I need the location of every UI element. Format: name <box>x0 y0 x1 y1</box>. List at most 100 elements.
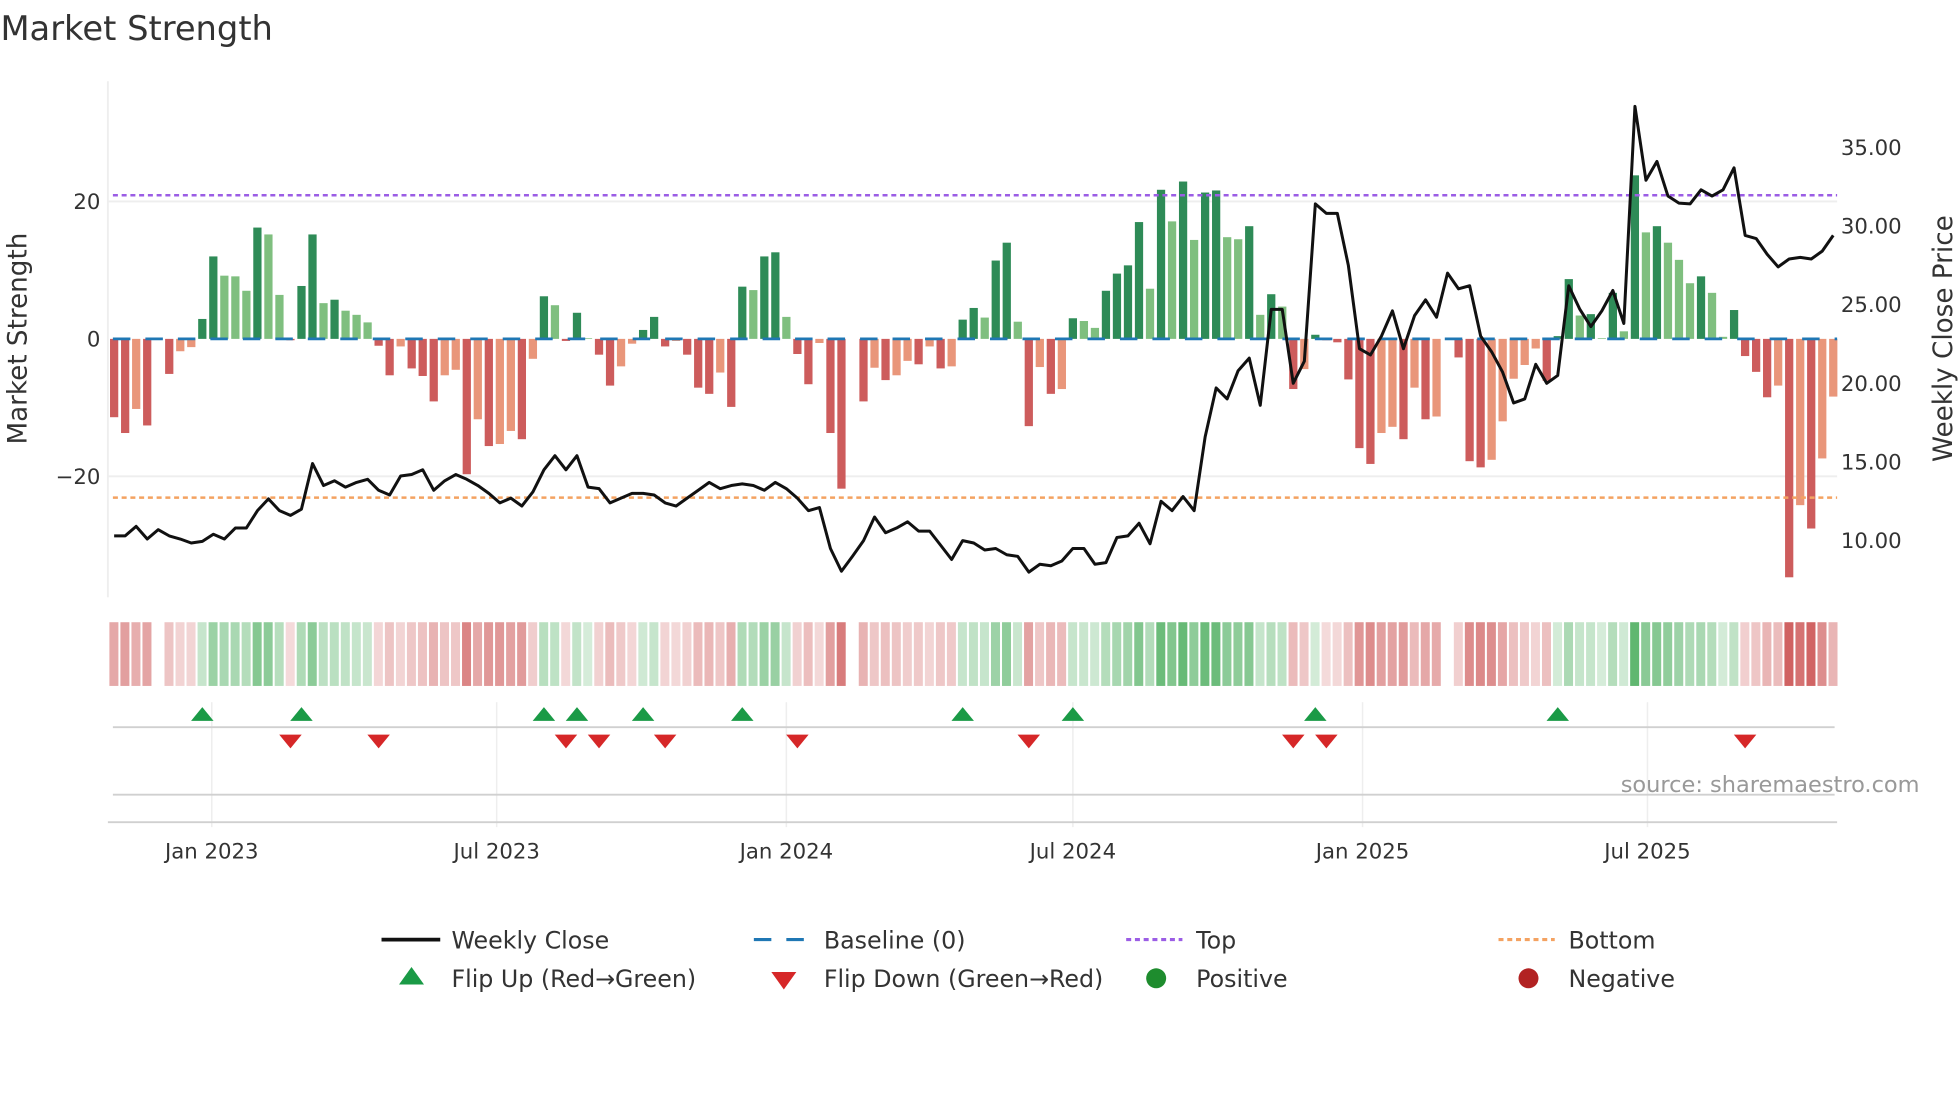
flip-up-marker <box>1304 707 1327 721</box>
legend-item-negative[interactable]: Negative <box>1518 965 1675 993</box>
strip-cell <box>484 622 494 686</box>
legend-item-positive[interactable]: Positive <box>1146 965 1288 993</box>
strip-cell <box>1035 622 1045 686</box>
strength-bar <box>1223 237 1232 339</box>
strength-bar <box>1178 181 1188 339</box>
strip-cell <box>197 622 207 686</box>
strip-cell <box>924 622 934 686</box>
strip-cell <box>1685 622 1695 686</box>
flip-down-marker <box>1733 734 1757 749</box>
strip-cell <box>318 622 328 686</box>
strength-bar <box>385 338 394 376</box>
circle-icon <box>1518 968 1539 989</box>
strip-cell <box>1431 622 1441 686</box>
strength-bar <box>253 227 262 339</box>
strip-cell <box>594 622 604 686</box>
strength-bar <box>1024 338 1033 427</box>
left-tick-label: 0 <box>87 327 101 352</box>
x-tick-label: Jul 2025 <box>1602 839 1690 864</box>
strength-bar <box>1068 318 1078 339</box>
strip-cell <box>175 622 185 686</box>
x-tick-label: Jan 2023 <box>163 839 259 864</box>
strip-cell <box>1266 622 1276 686</box>
strip-cell <box>1718 622 1728 686</box>
strip-cell <box>1156 622 1166 686</box>
strip-cell <box>968 622 978 686</box>
strip-cell <box>1663 622 1673 686</box>
flip-down-marker <box>554 734 578 749</box>
strength-bar <box>594 338 604 355</box>
strip-cell <box>1112 622 1122 686</box>
strength-bar <box>716 338 725 373</box>
strip-cell <box>307 622 317 686</box>
strip-cell <box>1751 622 1761 686</box>
legend-item-flip-down[interactable]: Flip Down (Green→Red) <box>771 965 1103 993</box>
strip-cell <box>384 622 394 686</box>
strip-cell <box>120 622 130 686</box>
strip-cell <box>230 622 240 686</box>
strip-cell <box>219 622 229 686</box>
strength-bar <box>198 318 207 339</box>
strength-bar <box>1796 338 1805 506</box>
flip-down-marker <box>1282 734 1305 749</box>
legend-item-weekly-close[interactable]: Weekly Close <box>381 926 610 954</box>
strength-bar <box>440 338 449 376</box>
legend-item-baseline[interactable]: Baseline (0) <box>753 926 966 954</box>
strength-bar <box>143 338 152 426</box>
strength-bar <box>418 338 427 376</box>
axes: 20 0 −20 35.00 30.00 25.00 20.00 15.00 10.00 Jan … <box>56 136 1902 865</box>
strip-cell <box>439 622 449 686</box>
triangle-up-icon <box>399 967 425 985</box>
strength-bar <box>1807 338 1816 529</box>
strip-cell <box>1046 622 1056 686</box>
strength-bar <box>980 317 989 339</box>
strip-cell <box>1464 622 1474 686</box>
strip-cell <box>1365 622 1375 686</box>
strip-cell <box>1002 622 1012 686</box>
strip-cell <box>296 622 306 686</box>
strength-bar <box>1212 190 1221 339</box>
flip-down-marker <box>367 734 390 749</box>
strength-bar <box>991 260 1000 339</box>
strength-bar <box>1399 338 1408 440</box>
strength-bar <box>1079 321 1089 339</box>
strip-cell <box>1211 622 1221 686</box>
strength-bar <box>1465 338 1474 462</box>
strip-cell <box>902 622 912 686</box>
strip-cell <box>1784 622 1794 686</box>
strength-bar <box>1641 232 1651 339</box>
strength-bar <box>1090 327 1100 339</box>
strength-bar <box>1829 338 1838 397</box>
legend-item-flip-up[interactable]: Flip Up (Red→Green) <box>399 965 696 993</box>
strip-cell <box>792 622 802 686</box>
strip-cell <box>1321 622 1331 686</box>
strip-cell <box>274 622 284 686</box>
strength-bar <box>1454 338 1463 358</box>
legend: Weekly Close Baseline (0) Top Bottom Fli… <box>381 926 1675 993</box>
right-tick-label: 15.00 <box>1841 450 1902 475</box>
flip-down-marker <box>653 734 677 749</box>
strength-bar <box>132 338 141 409</box>
flip-down-marker <box>587 734 611 749</box>
strip-cell <box>616 622 626 686</box>
strength-bar <box>1410 338 1419 388</box>
strip-cell <box>1145 622 1155 686</box>
strip-cell <box>528 622 538 686</box>
strip-cell <box>417 622 427 686</box>
strip-cell <box>682 622 692 686</box>
strip-cell <box>1575 622 1585 686</box>
legend-label: Weekly Close <box>451 926 609 954</box>
strength-bar <box>308 234 317 339</box>
legend-item-bottom[interactable]: Bottom <box>1498 926 1656 954</box>
strength-bar <box>1013 321 1022 339</box>
legend-item-top[interactable]: Top <box>1126 926 1236 954</box>
strip-cell <box>693 622 703 686</box>
strip-cell <box>1497 622 1507 686</box>
strength-bar <box>209 256 218 339</box>
legend-label: Negative <box>1568 965 1674 993</box>
strip-cell <box>660 622 670 686</box>
strip-cell <box>539 622 549 686</box>
strip-cell <box>1024 622 1034 686</box>
strength-bar <box>1046 338 1055 394</box>
strength-bar <box>1432 338 1441 417</box>
